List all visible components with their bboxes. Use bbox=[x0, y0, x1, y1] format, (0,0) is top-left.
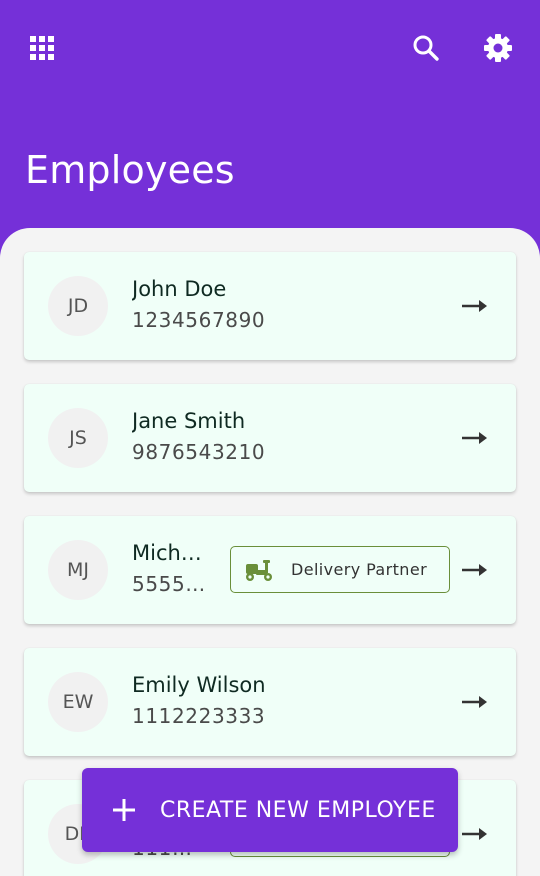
employee-name: Mich… bbox=[132, 541, 202, 565]
open-employee-button[interactable] bbox=[460, 556, 488, 584]
employee-name: Emily Wilson bbox=[132, 673, 266, 697]
open-employee-button[interactable] bbox=[460, 292, 488, 320]
avatar: JS bbox=[48, 408, 108, 468]
create-employee-button[interactable]: CREATE NEW EMPLOYEE bbox=[82, 768, 458, 852]
employee-phone: 9876543210 bbox=[132, 440, 266, 464]
arrow-right-icon bbox=[462, 432, 487, 444]
gear-icon bbox=[484, 34, 512, 62]
employee-phone: 1112223333 bbox=[132, 704, 266, 728]
open-employee-button[interactable] bbox=[460, 820, 488, 848]
employee-card[interactable]: JD John Doe 1234567890 bbox=[24, 252, 516, 360]
employee-name: Jane Smith bbox=[132, 409, 246, 433]
search-icon bbox=[413, 35, 439, 61]
role-label: Delivery Partner bbox=[291, 560, 428, 579]
arrow-right-icon bbox=[462, 828, 487, 840]
employee-card[interactable]: MJ Mich… 5555… Delivery Partner bbox=[24, 516, 516, 624]
employee-name: John Doe bbox=[132, 277, 227, 301]
search-button[interactable] bbox=[406, 28, 446, 68]
open-employee-button[interactable] bbox=[460, 424, 488, 452]
avatar: JD bbox=[48, 276, 108, 336]
create-employee-label: CREATE NEW EMPLOYEE bbox=[160, 797, 436, 823]
avatar: MJ bbox=[48, 540, 108, 600]
employee-phone: 1234567890 bbox=[132, 308, 266, 332]
apps-grid-icon bbox=[30, 36, 54, 60]
arrow-right-icon bbox=[462, 564, 487, 576]
employee-card[interactable]: JS Jane Smith 9876543210 bbox=[24, 384, 516, 492]
apps-button[interactable] bbox=[22, 28, 62, 68]
app-bar: Employees bbox=[0, 0, 540, 240]
arrow-right-icon bbox=[462, 300, 487, 312]
open-employee-button[interactable] bbox=[460, 688, 488, 716]
employee-card[interactable]: EW Emily Wilson 1112223333 bbox=[24, 648, 516, 756]
avatar: EW bbox=[48, 672, 108, 732]
page-title: Employees bbox=[25, 148, 235, 192]
arrow-right-icon bbox=[462, 696, 487, 708]
role-chip: Delivery Partner bbox=[230, 546, 450, 593]
settings-button[interactable] bbox=[478, 28, 518, 68]
employee-phone: 5555… bbox=[132, 572, 206, 596]
scooter-icon bbox=[243, 556, 279, 584]
plus-icon bbox=[110, 796, 138, 824]
